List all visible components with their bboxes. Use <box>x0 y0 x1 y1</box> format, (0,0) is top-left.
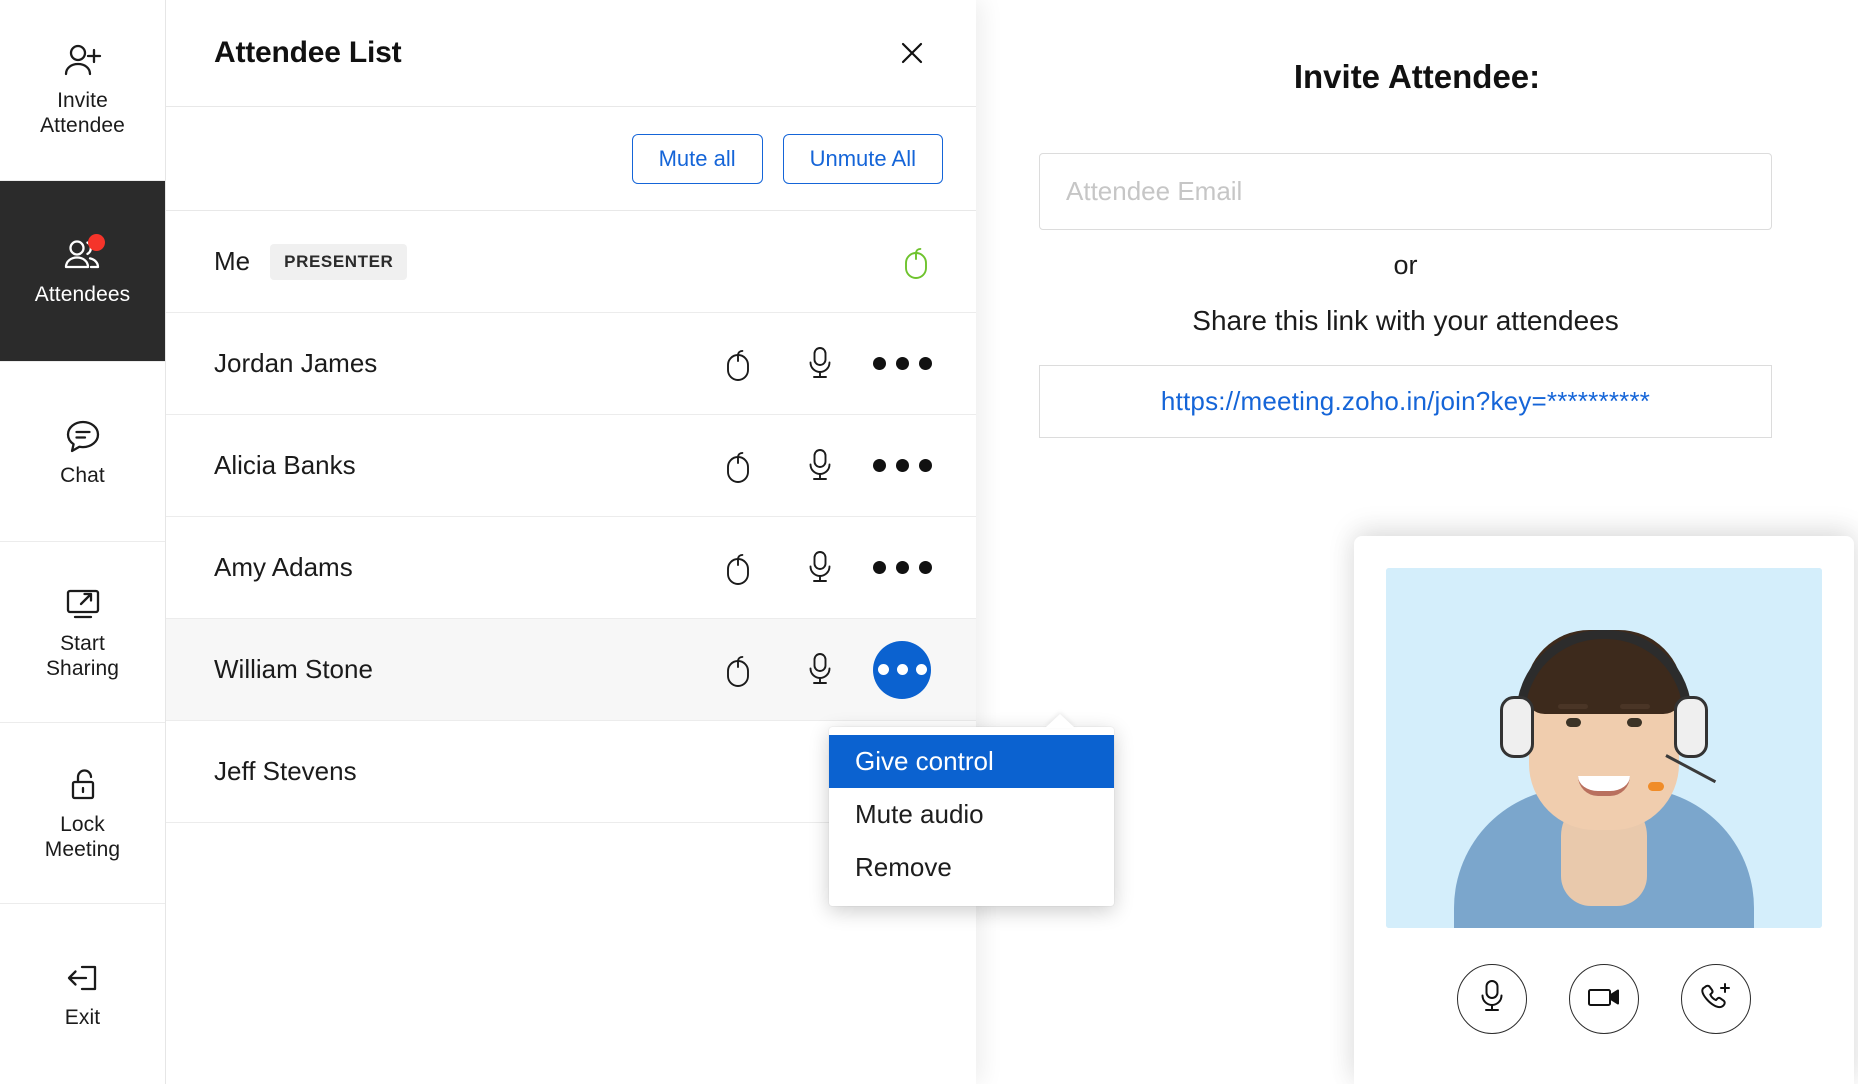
menu-item-give-control[interactable]: Give control <box>829 735 1114 788</box>
sidebar-item-label: Attendees <box>34 282 131 306</box>
attendee-name: Jeff Stevens <box>214 756 357 786</box>
sidebar-item-label: Start Sharing <box>45 631 120 680</box>
meeting-join-link[interactable]: https://meeting.zoho.in/join?key=*******… <box>1161 386 1650 417</box>
add-call-button[interactable] <box>1681 964 1751 1034</box>
user-plus-icon <box>62 41 104 81</box>
or-divider-label: or <box>1393 250 1418 280</box>
attendee-name: Jordan James <box>214 348 378 378</box>
more-options-button-active[interactable] <box>861 640 943 700</box>
table-row[interactable]: Jordan James <box>166 313 976 415</box>
meeting-app-window: Invite Attendee Attendees Chat Start Sha… <box>0 0 1858 1084</box>
share-link-label: Share this link with your attendees <box>1192 305 1619 336</box>
exit-icon <box>62 958 104 998</box>
microphone-icon[interactable] <box>779 640 861 700</box>
more-options-button[interactable] <box>861 436 943 496</box>
row-actions <box>697 436 943 496</box>
mouse-icon[interactable] <box>697 436 779 496</box>
attendee-name: Amy Adams <box>214 552 353 582</box>
panel-header: Attendee List <box>166 0 976 107</box>
video-card-controls <box>1386 964 1822 1034</box>
users-icon <box>62 233 105 275</box>
status-badge: PRESENTER <box>270 243 408 280</box>
more-options-icon <box>873 640 931 699</box>
video-camera-icon <box>1586 984 1622 1015</box>
menu-item-mute-audio[interactable]: Mute audio <box>829 788 1114 841</box>
more-options-button[interactable] <box>861 334 943 394</box>
row-actions <box>697 334 943 394</box>
unmute-all-button[interactable]: Unmute All <box>782 133 943 184</box>
share-link-box[interactable]: https://meeting.zoho.in/join?key=*******… <box>1039 365 1772 438</box>
phone-add-icon <box>1699 981 1733 1018</box>
mouse-icon[interactable] <box>697 334 779 394</box>
sidebar-item-chat[interactable]: Chat <box>0 362 165 543</box>
sidebar-item-attendees[interactable]: Attendees <box>0 180 165 362</box>
more-options-button[interactable] <box>861 538 943 598</box>
chat-bubble-icon <box>62 416 104 456</box>
page-title: Attendee List <box>214 36 402 69</box>
menu-item-remove[interactable]: Remove <box>829 841 1114 894</box>
microphone-icon[interactable] <box>779 436 861 496</box>
attendee-email-input[interactable] <box>1039 153 1772 230</box>
microphone-icon[interactable] <box>779 334 861 394</box>
attendee-name: Alicia Banks <box>214 450 356 480</box>
sidebar-item-lock-meeting[interactable]: Lock Meeting <box>0 723 165 905</box>
microphone-toggle-button[interactable] <box>1457 964 1527 1034</box>
sidebar-item-exit[interactable]: Exit <box>0 904 165 1084</box>
microphone-icon[interactable] <box>779 538 861 598</box>
sidebar-item-label: Lock Meeting <box>44 812 121 861</box>
sidebar-item-label: Chat <box>60 463 105 487</box>
screen-share-icon <box>62 584 104 624</box>
self-video-card <box>1354 536 1854 1084</box>
table-row[interactable]: Amy Adams <box>166 517 976 619</box>
invite-section: Invite Attendee: or Share this link with… <box>976 0 1858 1084</box>
invite-stage: Invite Attendee: or Share this link with… <box>976 0 1858 1084</box>
mouse-icon[interactable] <box>697 640 779 700</box>
table-row[interactable]: Alicia Banks <box>166 415 976 517</box>
attendee-name: William Stone <box>214 654 373 684</box>
table-row[interactable]: William Stone <box>166 619 976 721</box>
lock-icon <box>62 765 104 805</box>
attendee-name: Me <box>214 246 251 276</box>
sidebar-item-label: Exit <box>64 1006 101 1030</box>
attendee-list-panel: Attendee List Mute all Unmute All Me PRE… <box>166 0 1114 1084</box>
invite-title: Invite Attendee: <box>1293 58 1541 95</box>
mouse-icon[interactable] <box>903 232 929 292</box>
mute-all-button[interactable]: Mute all <box>631 133 763 184</box>
sidebar-item-label: Invite Attendee <box>40 89 125 138</box>
microphone-icon <box>1479 978 1505 1021</box>
left-toolbar: Invite Attendee Attendees Chat Start Sha… <box>0 0 166 1084</box>
row-actions <box>903 232 943 292</box>
camera-toggle-button[interactable] <box>1569 964 1639 1034</box>
table-row[interactable]: Me PRESENTER <box>166 211 976 313</box>
attendee-context-menu: Give control Mute audio Remove <box>829 727 1114 906</box>
close-icon[interactable] <box>890 31 934 75</box>
row-actions <box>697 538 943 598</box>
mouse-icon[interactable] <box>697 538 779 598</box>
sidebar-item-start-sharing[interactable]: Start Sharing <box>0 542 165 724</box>
sidebar-item-invite-attendee[interactable]: Invite Attendee <box>0 0 165 181</box>
participant-video-thumbnail <box>1386 568 1822 928</box>
attendees-notification-badge <box>87 233 105 251</box>
mute-controls-bar: Mute all Unmute All <box>166 107 976 211</box>
row-actions <box>697 640 943 700</box>
